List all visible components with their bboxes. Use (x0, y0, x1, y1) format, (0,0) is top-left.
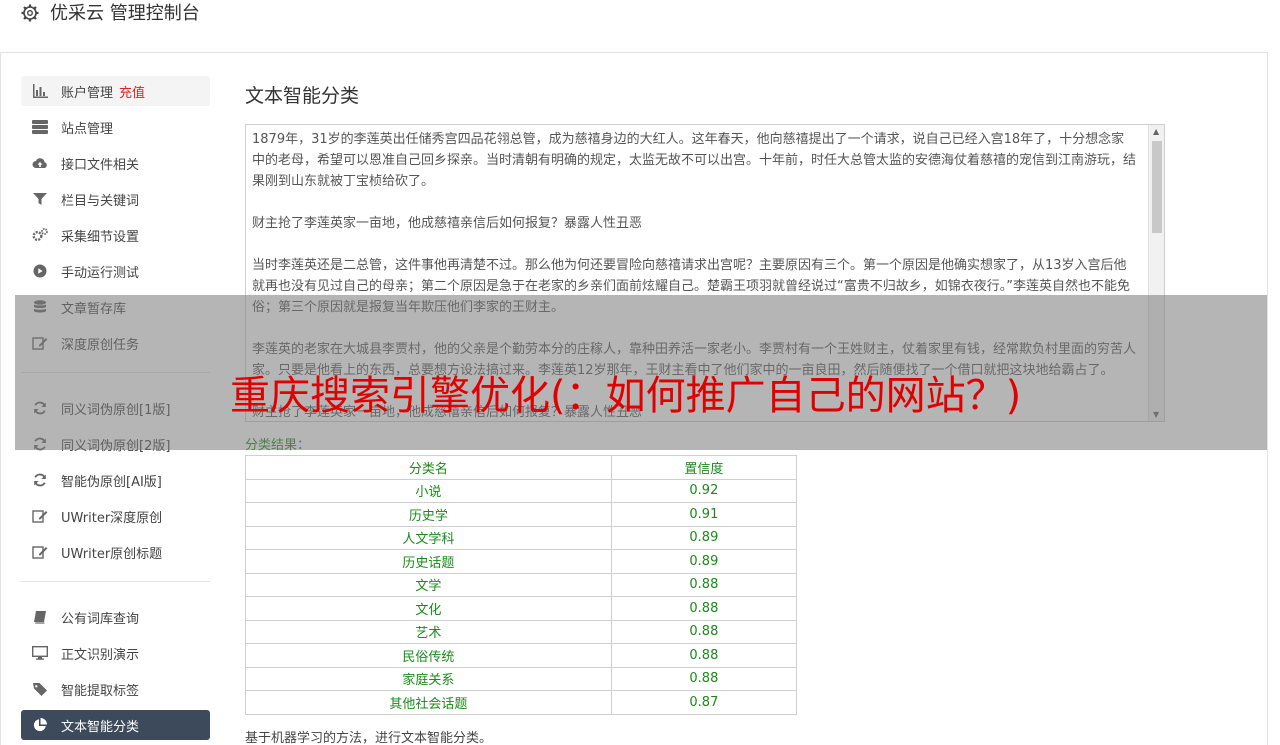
table-row: 人文学科 0.89 (245, 525, 798, 550)
sidebar-item-edit[interactable]: UWriter原创标题 (21, 537, 210, 567)
table-header-row: 分类名 置信度 (245, 455, 798, 480)
sidebar-item-server[interactable]: 站点管理 (21, 112, 210, 142)
table-row: 其他社会话题 0.87 (245, 690, 798, 715)
book-icon (31, 609, 49, 625)
confidence-cell: 0.88 (610, 596, 798, 621)
sidebar-item-label: 公有词库查询 (61, 611, 140, 627)
refresh-icon (31, 472, 49, 488)
server-icon (31, 119, 49, 135)
sidebar-item-cloud-upload[interactable]: 接口文件相关 (21, 148, 210, 178)
sidebar-item-label: 正文识别演示 (61, 647, 140, 663)
confidence-cell: 0.88 (610, 643, 798, 668)
filter-icon (31, 191, 49, 207)
scroll-thumb[interactable] (1152, 141, 1162, 233)
category-cell: 家庭关系 (245, 666, 612, 691)
sidebar-nav-group-3: 公有词库查询正文识别演示智能提取标签文本智能分类内容相关度检测 (21, 602, 210, 745)
table-row: 历史学 0.91 (245, 502, 798, 527)
confidence-cell: 0.87 (610, 690, 798, 715)
section-title: 文本智能分类 (245, 85, 360, 107)
category-cell: 其他社会话题 (245, 690, 612, 715)
sidebar-item-label: 智能伪原创[AI版] (61, 474, 162, 490)
pie-chart-icon (31, 717, 49, 733)
recharge-link[interactable]: 充值 (119, 82, 145, 101)
sidebar-item-label: 文本智能分类 (61, 719, 140, 735)
bar-chart-icon (31, 83, 49, 99)
category-cell: 艺术 (245, 619, 612, 644)
category-cell: 历史学 (245, 502, 612, 527)
table-row: 小说 0.92 (245, 478, 798, 503)
sidebar-item-label: 采集细节设置 (61, 229, 140, 245)
main-panel: 文本智能分类 1879年，31岁的李莲英出任储秀宫四品花翎总管，成为慈禧身边的大… (245, 76, 1165, 745)
result-table: 分类名 置信度 小说 0.92 历史学 0.91 人文学科 0.89 历史话题 0.89 文学 0… (245, 455, 798, 715)
column-header-category: 分类名 (245, 455, 612, 480)
article-paragraph: 财主抢了李莲英家一亩地，他成慈禧亲信后如何报复？暴露人性丑恶 (252, 216, 643, 231)
cloud-upload-icon (31, 155, 49, 171)
confidence-cell: 0.89 (610, 525, 798, 550)
edit-icon (31, 508, 49, 524)
play-icon (31, 263, 49, 279)
overlay-headline: 重庆搜索引擎优化(：如何推广自己的网站？) (230, 373, 1022, 419)
sidebar-item-pie-chart[interactable]: 文本智能分类 (21, 710, 210, 740)
edit-icon (31, 544, 49, 560)
gear-icon (21, 4, 39, 22)
sidebar-item-edit[interactable]: UWriter深度原创 (21, 501, 210, 531)
sidebar-item-tag[interactable]: 智能提取标签 (21, 674, 210, 704)
sidebar-item-book[interactable]: 公有词库查询 (21, 602, 210, 632)
category-cell: 民俗传统 (245, 643, 612, 668)
monitor-icon (31, 645, 49, 661)
sidebar-item-label: 账户管理 (61, 85, 114, 101)
sidebar-item-play[interactable]: 手动运行测试 (21, 256, 210, 286)
confidence-cell: 0.92 (610, 478, 798, 503)
sidebar-item-label: UWriter深度原创 (61, 510, 163, 526)
category-cell: 文学 (245, 572, 612, 597)
confidence-cell: 0.89 (610, 549, 798, 574)
sidebar-item-label: UWriter原创标题 (61, 546, 163, 562)
article-paragraph: 1879年，31岁的李莲英出任储秀宫四品花翎总管，成为慈禧身边的大红人。这年春天… (252, 132, 1137, 189)
category-cell: 小说 (245, 478, 612, 503)
sidebar-item-label: 栏目与关键词 (61, 193, 140, 209)
table-row: 文化 0.88 (245, 596, 798, 621)
category-cell: 人文学科 (245, 525, 612, 550)
sidebar-item-monitor[interactable]: 正文识别演示 (21, 638, 210, 668)
cogs-icon (31, 227, 49, 243)
sidebar-item-filter[interactable]: 栏目与关键词 (21, 184, 210, 214)
table-row: 家庭关系 0.88 (245, 666, 798, 691)
sidebar-item-cogs[interactable]: 采集细节设置 (21, 220, 210, 250)
sidebar-item-label: 智能提取标签 (61, 683, 140, 699)
divider (21, 581, 210, 582)
tag-icon (31, 681, 49, 697)
table-row: 历史话题 0.89 (245, 549, 798, 574)
column-header-confidence: 置信度 (610, 455, 798, 480)
confidence-cell: 0.88 (610, 619, 798, 644)
top-bar: 优采云 管理控制台 (0, 0, 1268, 53)
table-row: 艺术 0.88 (245, 619, 798, 644)
table-row: 文学 0.88 (245, 572, 798, 597)
confidence-cell: 0.91 (610, 502, 798, 527)
scroll-up-icon[interactable]: ▲ (1153, 127, 1159, 136)
sidebar-item-bar-chart[interactable]: 账户管理 充值 (21, 76, 210, 106)
sidebar-item-label: 手动运行测试 (61, 265, 140, 281)
confidence-cell: 0.88 (610, 666, 798, 691)
category-cell: 历史话题 (245, 549, 612, 574)
category-cell: 文化 (245, 596, 612, 621)
confidence-cell: 0.88 (610, 572, 798, 597)
method-note: 基于机器学习的方法，进行文本智能分类。 (245, 731, 493, 745)
page-title: 优采云 管理控制台 (50, 3, 200, 24)
sidebar-item-label: 站点管理 (61, 121, 114, 137)
table-row: 民俗传统 0.88 (245, 643, 798, 668)
sidebar-item-refresh[interactable]: 智能伪原创[AI版] (21, 465, 210, 495)
sidebar-item-label: 接口文件相关 (61, 157, 140, 173)
